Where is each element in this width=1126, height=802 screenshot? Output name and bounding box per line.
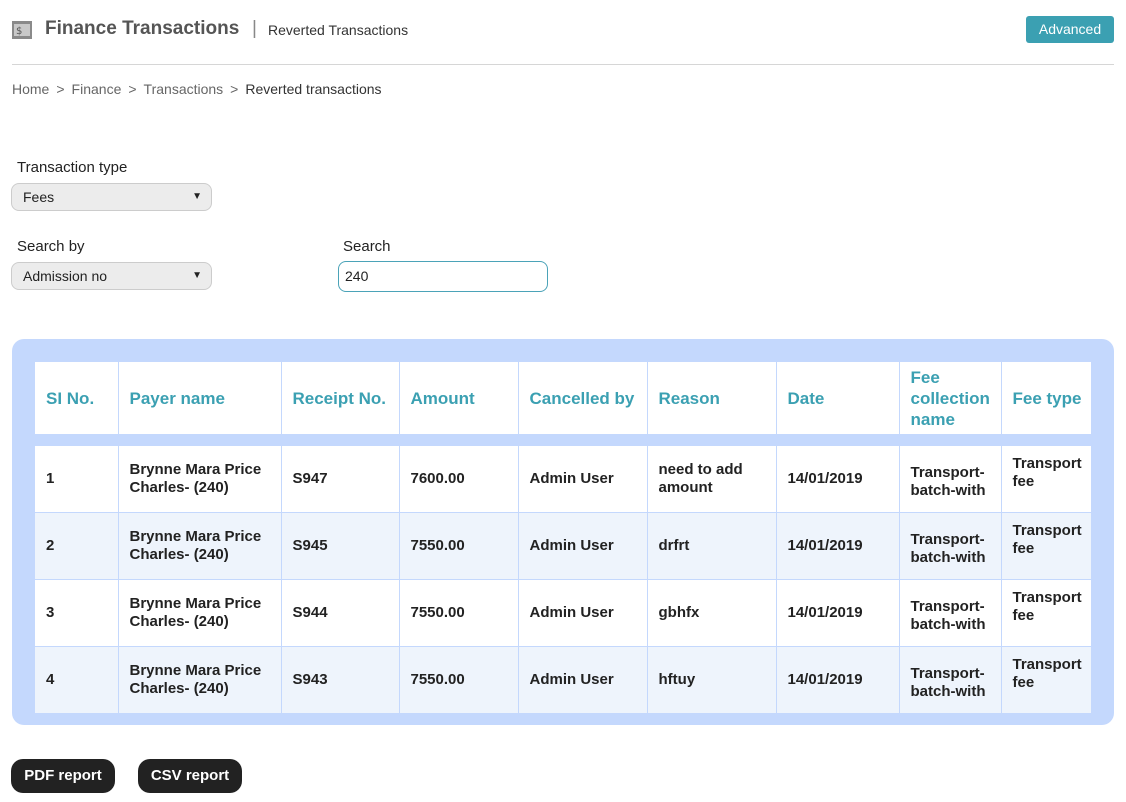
col-header-fee-type[interactable]: Fee type [1001, 362, 1091, 434]
table-row: 3 Brynne Mara Price Charles- (240) S944 … [35, 579, 1091, 647]
cell-date: 14/01/2019 [776, 579, 900, 647]
col-header-fee-collection-name[interactable]: Fee collection name [899, 362, 1002, 434]
page-subtitle: Reverted Transactions [268, 22, 409, 38]
cell-receipt-no: S944 [281, 579, 400, 647]
table-header-row: SI No. Payer name Receipt No. Amount Can… [35, 362, 1091, 434]
col-header-amount[interactable]: Amount [399, 362, 519, 434]
transaction-type-select[interactable]: Fees ▼ [11, 183, 212, 211]
transaction-type-value: Fees [23, 189, 55, 205]
breadcrumb-transactions[interactable]: Transactions [144, 81, 224, 97]
transactions-table-panel: SI No. Payer name Receipt No. Amount Can… [12, 339, 1114, 725]
breadcrumb-separator: > [230, 81, 239, 97]
table-row: 2 Brynne Mara Price Charles- (240) S945 … [35, 512, 1091, 580]
chevron-down-icon: ▼ [192, 270, 202, 281]
cell-fee-type: Transport fee [1012, 589, 1082, 624]
cell-amount: 7550.00 [399, 646, 519, 714]
cell-receipt-no: S943 [281, 646, 400, 714]
breadcrumb: Home > Finance > Transactions > Reverted trans… [12, 81, 382, 97]
cell-date: 14/01/2019 [776, 646, 900, 714]
title-separator: | [252, 18, 257, 39]
cell-cancelled-by: Admin User [518, 646, 648, 714]
cell-cancelled-by: Admin User [518, 579, 648, 647]
cell-amount: 7550.00 [399, 579, 519, 647]
breadcrumb-finance[interactable]: Finance [72, 81, 122, 97]
cell-fee-collection-name: Transport-batch-with [899, 579, 1002, 647]
breadcrumb-separator: > [128, 81, 137, 97]
col-header-payer-name[interactable]: Payer name [118, 362, 282, 434]
cell-cancelled-by: Admin User [518, 512, 648, 580]
transaction-type-label: Transaction type [17, 159, 128, 176]
cell-payer-name: Brynne Mara Price Charles- (240) [118, 512, 282, 580]
pdf-report-button[interactable]: PDF report [11, 759, 115, 793]
search-by-value: Admission no [23, 268, 108, 284]
search-label: Search [343, 238, 391, 255]
cell-fee-type: Transport fee [1012, 522, 1082, 557]
cell-payer-name: Brynne Mara Price Charles- (240) [118, 446, 282, 513]
cell-receipt-no: S945 [281, 512, 400, 580]
col-header-cancelled-by[interactable]: Cancelled by [518, 362, 648, 434]
cell-reason: drfrt [647, 512, 777, 580]
search-by-select[interactable]: Admission no ▼ [11, 262, 212, 290]
breadcrumb-separator: > [56, 81, 65, 97]
cell-sl-no: 2 [35, 512, 119, 580]
cell-receipt-no: S947 [281, 446, 400, 513]
cell-sl-no: 3 [35, 579, 119, 647]
breadcrumb-current: Reverted transactions [245, 81, 382, 97]
cell-fee-collection-name: Transport-batch-with [899, 512, 1002, 580]
col-header-date[interactable]: Date [776, 362, 900, 434]
cell-payer-name: Brynne Mara Price Charles- (240) [118, 646, 282, 714]
cell-cancelled-by: Admin User [518, 446, 648, 513]
advanced-button[interactable]: Advanced [1026, 16, 1114, 43]
cell-fee-collection-name: Transport-batch-with [899, 646, 1002, 714]
col-header-sl-no[interactable]: SI No. [35, 362, 119, 434]
svg-text:$: $ [16, 26, 22, 37]
cell-sl-no: 4 [35, 646, 119, 714]
table-row: 1 Brynne Mara Price Charles- (240) S947 … [35, 446, 1091, 513]
cell-reason: need to add amount [647, 446, 777, 513]
cell-date: 14/01/2019 [776, 512, 900, 580]
csv-report-button[interactable]: CSV report [138, 759, 242, 793]
cell-amount: 7600.00 [399, 446, 519, 513]
page-title: Finance Transactions [45, 18, 240, 39]
search-input[interactable]: 240 [338, 261, 548, 292]
transactions-table: SI No. Payer name Receipt No. Amount Can… [35, 362, 1091, 714]
cell-sl-no: 1 [35, 446, 119, 513]
cell-payer-name: Brynne Mara Price Charles- (240) [118, 579, 282, 647]
cell-reason: hftuy [647, 646, 777, 714]
col-header-receipt-no[interactable]: Receipt No. [281, 362, 400, 434]
money-icon: $ [12, 21, 32, 39]
cell-amount: 7550.00 [399, 512, 519, 580]
cell-fee-collection-name: Transport-batch-with [899, 446, 1002, 513]
cell-reason: gbhfx [647, 579, 777, 647]
page-header: $ Finance Transactions | Reverted Transa… [12, 14, 1114, 65]
search-by-label: Search by [17, 238, 85, 255]
chevron-down-icon: ▼ [192, 191, 202, 202]
breadcrumb-home[interactable]: Home [12, 81, 49, 97]
table-row: 4 Brynne Mara Price Charles- (240) S943 … [35, 646, 1091, 714]
cell-fee-type: Transport fee [1012, 455, 1082, 490]
cell-fee-type: Transport fee [1012, 656, 1082, 691]
cell-date: 14/01/2019 [776, 446, 900, 513]
col-header-reason[interactable]: Reason [647, 362, 777, 434]
